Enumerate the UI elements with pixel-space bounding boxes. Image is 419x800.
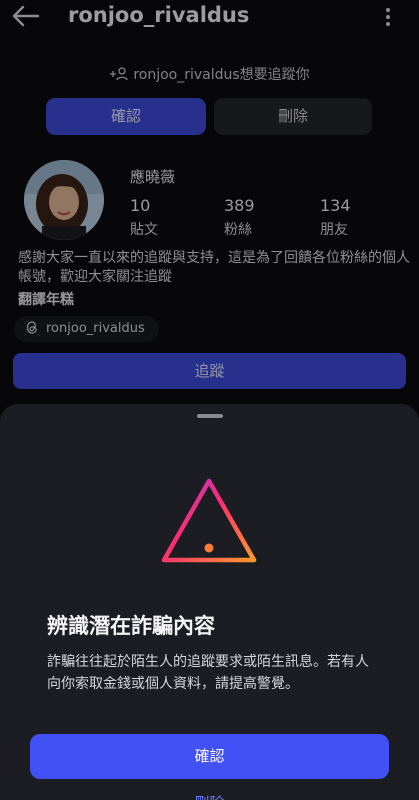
sheet-title: 辨識潛在詐騙內容	[47, 614, 215, 638]
sheet-confirm-button[interactable]: 確認	[30, 734, 389, 779]
sheet-body: 詐騙往往起於陌生人的追蹤要求或陌生訊息。若有人向你索取金錢或個人資料，請提高警覺…	[47, 654, 369, 692]
scam-warning-sheet: 辨識潛在詐騙內容 詐騙往往起於陌生人的追蹤要求或陌生訊息。若有人向你索取金錢或個…	[0, 404, 419, 800]
warning-triangle-icon	[161, 478, 257, 563]
sheet-drag-handle[interactable]	[197, 414, 223, 418]
sheet-delete-link[interactable]: 刪除	[0, 792, 419, 800]
